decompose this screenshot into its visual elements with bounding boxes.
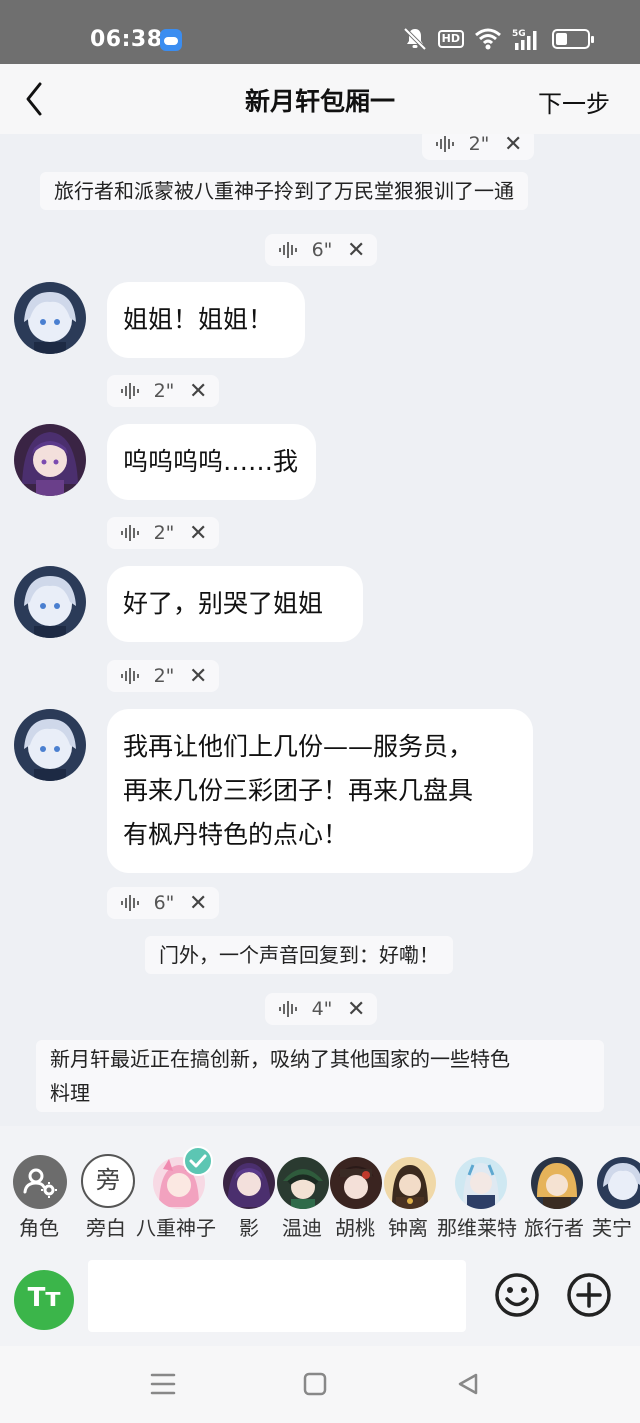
voice-chip[interactable]: 6" ✕ [265, 234, 378, 266]
message-bubble[interactable]: 呜呜呜呜……我 [107, 424, 316, 500]
voice-wave-icon [279, 242, 297, 258]
remove-voice-icon[interactable]: ✕ [189, 891, 207, 916]
character-label: 那维莱特 [437, 1216, 517, 1240]
top-nav-bar: 新月轩包厢一 下一步 [0, 64, 640, 134]
status-bar: 06:38 HD 5G [0, 0, 640, 64]
narration-block[interactable]: 旅行者和派蒙被八重神子拎到了万民堂狠狠训了一通 [40, 172, 528, 210]
voice-duration: 4" [311, 998, 333, 1020]
hd-icon: HD [437, 30, 464, 48]
next-step-button[interactable]: 下一步 [538, 84, 610, 119]
avatar-furina[interactable] [14, 282, 86, 354]
home-square-icon[interactable] [302, 1371, 328, 1397]
message-bubble[interactable]: 姐姐！姐姐！ [107, 282, 305, 358]
voice-duration: 2" [153, 522, 175, 544]
remove-voice-icon[interactable]: ✕ [347, 238, 365, 263]
avatar-furina[interactable] [14, 566, 86, 638]
battery-icon [552, 29, 594, 49]
message-input[interactable] [88, 1260, 466, 1332]
narration-line: 新月轩最近正在搞创新，吸纳了其他国家的一些特色 [50, 1047, 510, 1071]
voice-chip[interactable]: 2" ✕ [422, 134, 535, 160]
character-label: 胡桃 [335, 1216, 375, 1240]
voice-wave-icon [436, 136, 454, 152]
selected-check-icon [183, 1146, 213, 1176]
voice-wave-icon [279, 1001, 297, 1017]
voice-chip[interactable]: 4" ✕ [265, 993, 378, 1025]
character-label: 八重神子 [136, 1216, 216, 1240]
narration-block[interactable]: 门外，一个声音回复到：好嘞！ [145, 936, 453, 974]
narration-text: 门外，一个声音回复到：好嘞！ [159, 943, 439, 967]
message-line: 再来几份三彩团子！再来几盘具 [123, 776, 474, 805]
avatar-furina[interactable] [14, 709, 86, 781]
voice-wave-icon [121, 895, 139, 911]
input-bar: Tт [0, 1250, 640, 1346]
message-line: 姐姐！姐姐！ [123, 305, 274, 334]
remove-voice-icon[interactable]: ✕ [189, 664, 207, 689]
system-navigation-bar [0, 1346, 640, 1423]
network-label: 5G [512, 29, 526, 39]
voice-chip[interactable]: 2" ✕ [107, 660, 220, 692]
narrator-icon: 旁 [81, 1154, 135, 1208]
wifi-icon [475, 28, 501, 50]
character-label: 芙宁 [592, 1216, 632, 1240]
weather-app-icon [160, 29, 182, 51]
narration-text: 旅行者和派蒙被八重神子拎到了万民堂狠狠训了一通 [54, 179, 514, 203]
silent-bell-icon [403, 27, 427, 51]
message-bubble[interactable]: 好了，别哭了姐姐 [107, 566, 363, 642]
remove-voice-icon[interactable]: ✕ [189, 379, 207, 404]
message-line: 有枫丹特色的点心！ [123, 820, 349, 849]
character-label: 角色 [19, 1216, 59, 1240]
message-line: 我再让他们上几份——服务员， [123, 732, 474, 761]
status-icons: HD 5G [402, 26, 594, 52]
voice-duration: 2" [468, 134, 490, 155]
character-label: 温迪 [282, 1216, 322, 1240]
role-settings-icon [13, 1155, 67, 1209]
narration-line: 料理 [50, 1081, 90, 1105]
message-bubble[interactable]: 我再让他们上几份——服务员， 再来几份三彩团子！再来几盘具 有枫丹特色的点心！ [107, 709, 533, 873]
menu-icon[interactable] [149, 1372, 177, 1396]
voice-duration: 6" [311, 239, 333, 261]
back-triangle-icon[interactable] [455, 1371, 481, 1397]
character-label: 钟离 [388, 1216, 428, 1240]
voice-chip[interactable]: 2" ✕ [107, 517, 220, 549]
narration-block[interactable]: 新月轩最近正在搞创新，吸纳了其他国家的一些特色 料理 [36, 1040, 604, 1112]
message-line: 呜呜呜呜……我 [123, 447, 299, 476]
remove-voice-icon[interactable]: ✕ [504, 134, 522, 157]
character-label: 旅行者 [524, 1216, 584, 1240]
voice-chip[interactable]: 6" ✕ [107, 887, 220, 919]
voice-wave-icon [121, 525, 139, 541]
remove-voice-icon[interactable]: ✕ [189, 521, 207, 546]
narrator-glyph: 旁 [96, 1166, 120, 1194]
character-label: 旁白 [86, 1216, 126, 1240]
remove-voice-icon[interactable]: ✕ [347, 997, 365, 1022]
status-time: 06:38 [90, 27, 163, 52]
voice-chip[interactable]: 2" ✕ [107, 375, 220, 407]
voice-wave-icon [121, 668, 139, 684]
voice-duration: 2" [153, 380, 175, 402]
message-line: 好了，别哭了姐姐 [123, 589, 324, 618]
voice-duration: 6" [153, 892, 175, 914]
emoji-icon[interactable] [494, 1272, 540, 1318]
voice-wave-icon [121, 383, 139, 399]
chat-area[interactable]: 2" ✕ 旅行者和派蒙被八重神子拎到了万民堂狠狠训了一通 6" ✕ 姐姐！姐姐！… [0, 134, 640, 1126]
add-icon[interactable] [566, 1272, 612, 1318]
character-label: 影 [239, 1216, 259, 1240]
text-style-button[interactable]: Tт [14, 1270, 74, 1330]
signal-5g-icon: 5G [512, 29, 537, 50]
text-style-label: Tт [27, 1283, 61, 1313]
voice-duration: 2" [153, 665, 175, 687]
avatar-raiden[interactable] [14, 424, 86, 496]
